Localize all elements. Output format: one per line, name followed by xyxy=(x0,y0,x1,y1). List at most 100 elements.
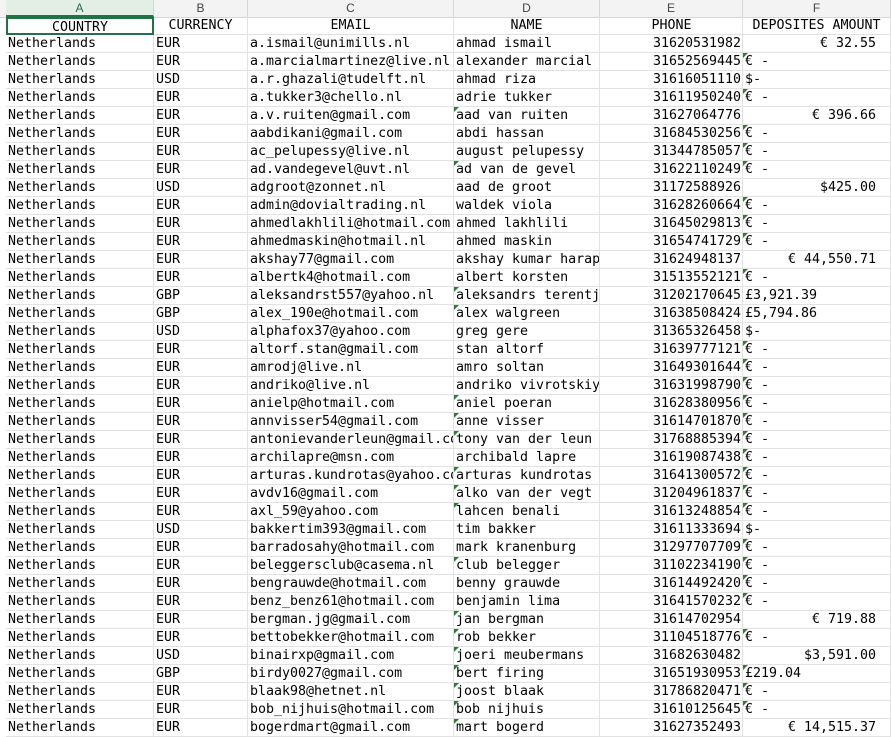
currency-cell[interactable]: EUR xyxy=(154,485,248,503)
amount-cell[interactable]: € 14,515.37 xyxy=(743,719,891,737)
currency-cell[interactable]: EUR xyxy=(154,143,248,161)
email-cell[interactable]: ahmedlakhlili@hotmail.com xyxy=(248,215,454,233)
name-cell[interactable]: alko van der vegt xyxy=(454,485,600,503)
name-cell[interactable]: mark kranenburg xyxy=(454,539,600,557)
amount-cell[interactable]: € - xyxy=(743,593,891,611)
country-cell[interactable]: Netherlands xyxy=(6,467,154,485)
email-cell[interactable]: annvisser54@gmail.com xyxy=(248,413,454,431)
country-cell[interactable]: Netherlands xyxy=(6,449,154,467)
currency-cell[interactable]: EUR xyxy=(154,251,248,269)
name-cell[interactable]: club belegger xyxy=(454,557,600,575)
amount-cell[interactable]: € - xyxy=(743,359,891,377)
currency-cell[interactable]: EUR xyxy=(154,557,248,575)
column-header-e[interactable]: E xyxy=(600,0,743,17)
amount-cell[interactable]: € - xyxy=(743,89,891,107)
phone-cell[interactable]: 31610125645 xyxy=(600,701,743,719)
name-cell[interactable]: ad van de gevel xyxy=(454,161,600,179)
amount-cell[interactable]: € - xyxy=(743,269,891,287)
column-header-f[interactable]: F xyxy=(743,0,891,17)
name-cell[interactable]: ahmad riza xyxy=(454,71,600,89)
amount-cell[interactable]: € 32.55 xyxy=(743,35,891,53)
phone-cell[interactable]: 31768885394 xyxy=(600,431,743,449)
name-cell[interactable]: benjamin lima xyxy=(454,593,600,611)
country-cell[interactable]: Netherlands xyxy=(6,719,154,737)
email-cell[interactable]: archilapre@msn.com xyxy=(248,449,454,467)
email-cell[interactable]: alex_190e@hotmail.com xyxy=(248,305,454,323)
phone-cell[interactable]: 31344785057 xyxy=(600,143,743,161)
currency-cell[interactable]: EUR xyxy=(154,683,248,701)
amount-cell[interactable]: € - xyxy=(743,377,891,395)
header-cell-email[interactable]: EMAIL xyxy=(248,17,454,35)
currency-cell[interactable]: EUR xyxy=(154,269,248,287)
name-cell[interactable]: ahmed lakhlili xyxy=(454,215,600,233)
name-cell[interactable]: tim bakker xyxy=(454,521,600,539)
country-cell[interactable]: Netherlands xyxy=(6,323,154,341)
email-cell[interactable]: albertk4@hotmail.com xyxy=(248,269,454,287)
name-cell[interactable]: rob bekker xyxy=(454,629,600,647)
currency-cell[interactable]: EUR xyxy=(154,35,248,53)
country-cell[interactable]: Netherlands xyxy=(6,125,154,143)
country-cell[interactable]: Netherlands xyxy=(6,341,154,359)
name-cell[interactable]: aleksandrs terentj xyxy=(454,287,600,305)
country-cell[interactable]: Netherlands xyxy=(6,305,154,323)
name-cell[interactable]: andriko vivrotskiy xyxy=(454,377,600,395)
phone-cell[interactable]: 31628260664 xyxy=(600,197,743,215)
currency-cell[interactable]: EUR xyxy=(154,107,248,125)
amount-cell[interactable]: € - xyxy=(743,215,891,233)
email-cell[interactable]: ahmedmaskin@hotmail.nl xyxy=(248,233,454,251)
name-cell[interactable]: akshay kumar harap xyxy=(454,251,600,269)
email-cell[interactable]: a.tukker3@chello.nl xyxy=(248,89,454,107)
phone-cell[interactable]: 31297707709 xyxy=(600,539,743,557)
country-cell[interactable]: Netherlands xyxy=(6,35,154,53)
phone-cell[interactable]: 31513552121 xyxy=(600,269,743,287)
amount-cell[interactable]: € - xyxy=(743,683,891,701)
phone-cell[interactable]: 31651930953 xyxy=(600,665,743,683)
name-cell[interactable]: waldek viola xyxy=(454,197,600,215)
currency-cell[interactable]: EUR xyxy=(154,215,248,233)
email-cell[interactable]: a.marcialmartinez@live.nl xyxy=(248,53,454,71)
phone-cell[interactable]: 31365326458 xyxy=(600,323,743,341)
country-cell[interactable]: Netherlands xyxy=(6,701,154,719)
amount-cell[interactable]: € 719.88 xyxy=(743,611,891,629)
currency-cell[interactable]: EUR xyxy=(154,395,248,413)
amount-cell[interactable]: € - xyxy=(743,197,891,215)
name-cell[interactable]: jan bergman xyxy=(454,611,600,629)
currency-cell[interactable]: USD xyxy=(154,521,248,539)
phone-cell[interactable]: 31613248854 xyxy=(600,503,743,521)
amount-cell[interactable]: £3,921.39 xyxy=(743,287,891,305)
currency-cell[interactable]: EUR xyxy=(154,575,248,593)
country-cell[interactable]: Netherlands xyxy=(6,179,154,197)
currency-cell[interactable]: EUR xyxy=(154,701,248,719)
country-cell[interactable]: Netherlands xyxy=(6,107,154,125)
phone-cell[interactable]: 31628380956 xyxy=(600,395,743,413)
phone-cell[interactable]: 31682630482 xyxy=(600,647,743,665)
amount-cell[interactable]: € 396.66 xyxy=(743,107,891,125)
country-cell[interactable]: Netherlands xyxy=(6,503,154,521)
name-cell[interactable]: arturas kundrotas xyxy=(454,467,600,485)
email-cell[interactable]: bakkertim393@gmail.com xyxy=(248,521,454,539)
name-cell[interactable]: lahcen benali xyxy=(454,503,600,521)
country-cell[interactable]: Netherlands xyxy=(6,377,154,395)
amount-cell[interactable]: € - xyxy=(743,467,891,485)
email-cell[interactable]: beleggersclub@casema.nl xyxy=(248,557,454,575)
email-cell[interactable]: bengrauwde@hotmail.com xyxy=(248,575,454,593)
name-cell[interactable]: joost blaak xyxy=(454,683,600,701)
name-cell[interactable]: abdi hassan xyxy=(454,125,600,143)
currency-cell[interactable]: EUR xyxy=(154,125,248,143)
phone-cell[interactable]: 31684530256 xyxy=(600,125,743,143)
email-cell[interactable]: barradosahy@hotmail.com xyxy=(248,539,454,557)
currency-cell[interactable]: EUR xyxy=(154,413,248,431)
phone-cell[interactable]: 31652569445 xyxy=(600,53,743,71)
phone-cell[interactable]: 31631998790 xyxy=(600,377,743,395)
currency-cell[interactable]: EUR xyxy=(154,233,248,251)
phone-cell[interactable]: 31627352493 xyxy=(600,719,743,737)
name-cell[interactable]: aniel poeran xyxy=(454,395,600,413)
country-cell[interactable]: Netherlands xyxy=(6,593,154,611)
email-cell[interactable]: bergman.jg@gmail.com xyxy=(248,611,454,629)
country-cell[interactable]: Netherlands xyxy=(6,413,154,431)
phone-cell[interactable]: 31616051110 xyxy=(600,71,743,89)
email-cell[interactable]: a.ismail@unimills.nl xyxy=(248,35,454,53)
phone-cell[interactable]: 31624948137 xyxy=(600,251,743,269)
phone-cell[interactable]: 31641570232 xyxy=(600,593,743,611)
name-cell[interactable]: mart bogerd xyxy=(454,719,600,737)
